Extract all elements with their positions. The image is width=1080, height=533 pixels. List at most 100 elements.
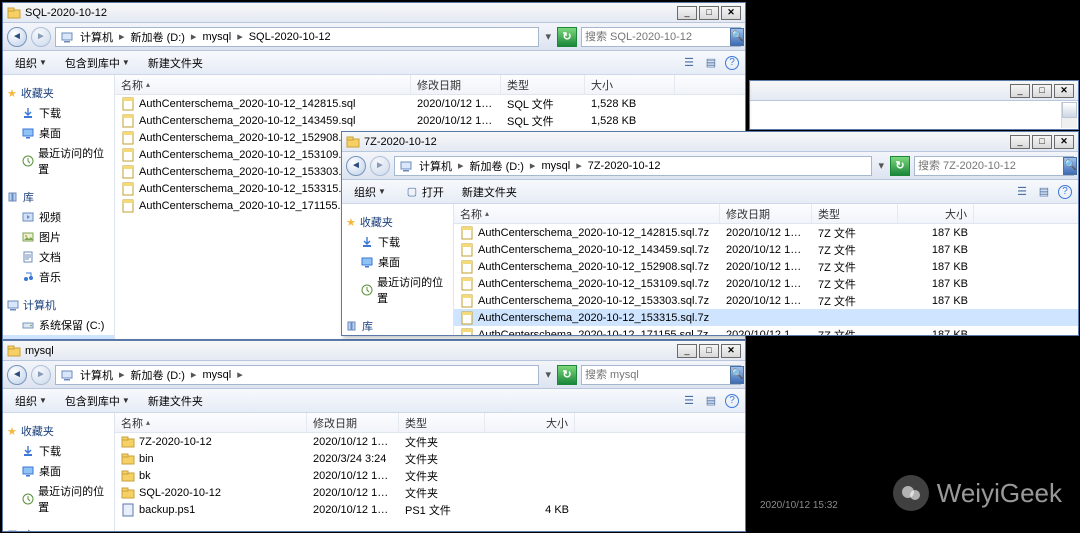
column-type[interactable]: 类型 (812, 204, 898, 223)
minimize-button[interactable]: _ (677, 344, 697, 358)
forward-button[interactable]: ► (31, 27, 51, 47)
new-folder-button[interactable]: 新建文件夹 (456, 182, 523, 202)
sidebar-item[interactable]: 视频 (3, 207, 114, 227)
sidebar-group-libraries_short[interactable]: 库 (342, 316, 453, 335)
sidebar-item[interactable]: 最近访问的位置 (3, 481, 114, 517)
sidebar-item[interactable]: 最近访问的位置 (342, 272, 453, 308)
organize-menu[interactable]: 组织▼ (9, 53, 53, 73)
search-input[interactable] (582, 369, 730, 381)
search-button[interactable]: 🔍 (730, 28, 744, 46)
file-row[interactable]: AuthCenterschema_2020-10-12_171155.sql.7… (454, 326, 1078, 335)
preview-pane-icon[interactable]: ▤ (1036, 184, 1052, 200)
maximize-button[interactable]: □ (1032, 135, 1052, 149)
preview-pane-icon[interactable]: ▤ (703, 393, 719, 409)
sidebar-item[interactable]: 桌面 (3, 461, 114, 481)
sidebar-item[interactable]: 桌面 (3, 123, 114, 143)
column-size[interactable]: 大小 (585, 75, 675, 94)
column-name[interactable]: 名称▴ (115, 413, 307, 432)
chevron-down-icon[interactable]: ▾ (543, 368, 553, 381)
back-button[interactable]: ◄ (346, 156, 366, 176)
help-icon[interactable]: ? (1058, 185, 1072, 199)
sidebar-item[interactable]: 文档 (3, 247, 114, 267)
sidebar-item[interactable]: 桌面 (342, 252, 453, 272)
file-row[interactable]: AuthCenterschema_2020-10-12_142815.sql.7… (454, 224, 1078, 241)
file-row[interactable]: SQL-2020-10-122020/10/12 17:11文件夹 (115, 484, 745, 501)
forward-button[interactable]: ► (31, 365, 51, 385)
refresh-button[interactable]: ↻ (557, 365, 577, 385)
sidebar-item[interactable]: 下载 (342, 232, 453, 252)
sidebar-item[interactable]: 系统保留 (C:) (3, 315, 114, 335)
chevron-down-icon[interactable]: ▾ (876, 159, 886, 172)
view-options-icon[interactable]: ☰ (1014, 184, 1030, 200)
file-row[interactable]: AuthCenterschema_2020-10-12_143459.sql.7… (454, 241, 1078, 258)
sidebar-group-computer[interactable]: 计算机 (3, 295, 114, 315)
refresh-button[interactable]: ↻ (557, 27, 577, 47)
maximize-button[interactable]: □ (699, 344, 719, 358)
minimize-button[interactable]: _ (1010, 135, 1030, 149)
column-date[interactable]: 修改日期 (720, 204, 812, 223)
sidebar-item[interactable]: 最近访问的位置 (3, 143, 114, 179)
file-row[interactable]: AuthCenterschema_2020-10-12_142815.sql20… (115, 95, 745, 112)
search-input[interactable] (915, 160, 1063, 172)
sidebar-group-favorites[interactable]: ★收藏夹 (342, 212, 453, 232)
column-size[interactable]: 大小 (898, 204, 974, 223)
view-options-icon[interactable]: ☰ (681, 393, 697, 409)
sidebar-group-favorites[interactable]: ★收藏夹 (3, 83, 114, 103)
sidebar-item[interactable]: 音乐 (3, 267, 114, 287)
search-box[interactable]: 🔍 (581, 27, 741, 47)
column-date[interactable]: 修改日期 (411, 75, 501, 94)
column-name[interactable]: 名称▴ (115, 75, 411, 94)
view-options-icon[interactable]: ☰ (681, 55, 697, 71)
column-headers[interactable]: 名称▴ 修改日期 类型 大小 (115, 413, 745, 433)
back-button[interactable]: ◄ (7, 365, 27, 385)
close-button[interactable]: ✕ (721, 6, 741, 20)
minimize-button[interactable]: _ (1010, 84, 1030, 98)
search-box[interactable]: 🔍 (914, 156, 1074, 176)
file-row[interactable]: bk2020/10/12 14:38文件夹 (115, 467, 745, 484)
help-icon[interactable]: ? (725, 394, 739, 408)
maximize-button[interactable]: □ (699, 6, 719, 20)
sidebar-item[interactable]: 图片 (3, 227, 114, 247)
help-icon[interactable]: ? (725, 56, 739, 70)
column-headers[interactable]: 名称▴ 修改日期 类型 大小 (115, 75, 745, 95)
sidebar-item[interactable]: 下载 (3, 441, 114, 461)
sidebar-group-favorites[interactable]: ★收藏夹 (3, 421, 114, 441)
preview-pane-icon[interactable]: ▤ (703, 55, 719, 71)
file-row[interactable]: AuthCenterschema_2020-10-12_153109.sql.7… (454, 275, 1078, 292)
column-type[interactable]: 类型 (399, 413, 485, 432)
forward-button[interactable]: ► (370, 156, 390, 176)
sidebar-item[interactable]: 新加卷 (D:) (3, 335, 114, 339)
refresh-button[interactable]: ↻ (890, 156, 910, 176)
search-button[interactable]: 🔍 (730, 366, 744, 384)
address-bar[interactable]: 计算机▸ 新加卷 (D:)▸ mysql▸ (55, 365, 539, 385)
address-bar[interactable]: 计算机▸ 新加卷 (D:)▸ mysql▸ SQL-2020-10-12 (55, 27, 539, 47)
include-in-library-menu[interactable]: 包含到库中▼ (59, 391, 136, 411)
search-button[interactable]: 🔍 (1063, 157, 1077, 175)
column-headers[interactable]: 名称▴ 修改日期 类型 大小 (454, 204, 1078, 224)
address-bar[interactable]: 计算机▸ 新加卷 (D:)▸ mysql▸ 7Z-2020-10-12 (394, 156, 872, 176)
column-date[interactable]: 修改日期 (307, 413, 399, 432)
file-row[interactable]: AuthCenterschema_2020-10-12_153315.sql.7… (454, 309, 1078, 326)
chevron-down-icon[interactable]: ▾ (543, 30, 553, 43)
search-box[interactable]: 🔍 (581, 365, 741, 385)
scrollbar[interactable] (1061, 102, 1077, 128)
close-button[interactable]: ✕ (1054, 84, 1074, 98)
sidebar-group-libraries[interactable]: 库 (3, 187, 114, 207)
maximize-button[interactable]: □ (1032, 84, 1052, 98)
column-type[interactable]: 类型 (501, 75, 585, 94)
file-row[interactable]: AuthCenterschema_2020-10-12_153303.sql.7… (454, 292, 1078, 309)
sidebar-item[interactable]: 下载 (3, 103, 114, 123)
search-input[interactable] (582, 31, 730, 43)
minimize-button[interactable]: _ (677, 6, 697, 20)
open-button[interactable]: ▢打开 (398, 182, 450, 202)
file-row[interactable]: 7Z-2020-10-122020/10/12 17:11文件夹 (115, 433, 745, 450)
file-row[interactable]: backup.ps12020/10/12 15:32PS1 文件4 KB (115, 501, 745, 518)
column-size[interactable]: 大小 (485, 413, 575, 432)
new-folder-button[interactable]: 新建文件夹 (142, 53, 209, 73)
organize-menu[interactable]: 组织▼ (348, 182, 392, 202)
back-button[interactable]: ◄ (7, 27, 27, 47)
close-button[interactable]: ✕ (1054, 135, 1074, 149)
include-in-library-menu[interactable]: 包含到库中▼ (59, 53, 136, 73)
sidebar-group-libraries_short[interactable]: 库 (3, 525, 114, 531)
close-button[interactable]: ✕ (721, 344, 741, 358)
